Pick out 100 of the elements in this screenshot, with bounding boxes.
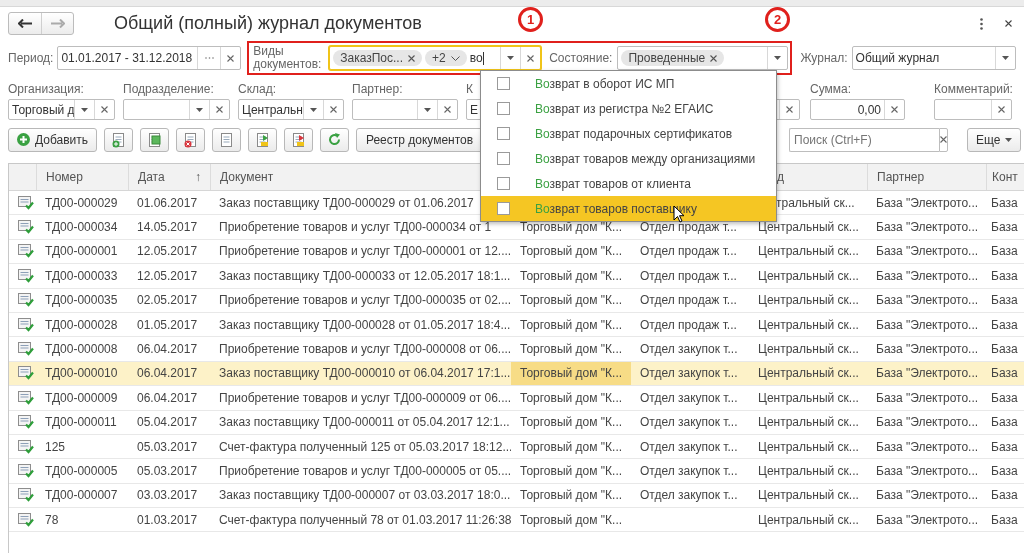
clear-icon — [998, 106, 1005, 113]
toolbar-button[interactable] — [284, 127, 314, 152]
table-cell: Центральный ск... — [758, 415, 859, 430]
document-check-icon — [18, 342, 34, 357]
document-check-icon — [18, 220, 34, 235]
table-cell: База — [991, 268, 1018, 283]
refresh-button[interactable] — [320, 127, 350, 152]
table-cell: ТД00-000009 — [45, 390, 118, 405]
table-cell: Торговый дом "К... — [520, 390, 623, 405]
number-field[interactable]: 0,00 — [810, 99, 905, 120]
dropdown-arrow-icon — [424, 107, 431, 112]
table-cell: ТД00-000033 — [45, 268, 118, 283]
combo-field[interactable] — [123, 99, 230, 120]
table-cell: Торговый дом "К... — [520, 220, 623, 235]
filter-tag[interactable]: ЗаказПос... — [333, 50, 422, 66]
table-cell: Отдел закупок т... — [640, 415, 738, 430]
table-cell: Центральный ск... — [758, 512, 859, 527]
table-cell: Центральный ск... — [758, 244, 859, 259]
column-header[interactable]: Дата — [138, 170, 165, 184]
clear-icon — [330, 106, 337, 113]
more-button[interactable]: Еще — [967, 127, 1022, 152]
field-label: Состояние: — [549, 51, 613, 65]
filter-tag[interactable]: Проведенные — [621, 50, 725, 66]
table-cell: Торговый дом "К... — [520, 268, 623, 283]
dropdown-item[interactable]: Возврат в оборот ИС МП — [481, 71, 776, 96]
caret-icon — [1005, 137, 1013, 142]
table-cell: 01.05.2017 — [137, 317, 198, 332]
table-cell: Счет-фактура полученный 125 от 05.03.2017 18:12... — [219, 439, 511, 454]
checkbox[interactable] — [497, 127, 510, 140]
clear-icon — [101, 106, 108, 113]
table-cell: База "Электрото... — [876, 195, 979, 210]
table-cell: Заказ поставщику ТД00-000028 от 01.05.2017 18:4... — [219, 317, 511, 332]
table-cell: Торговый дом "К... — [520, 244, 623, 259]
table-cell: 01.03.2017 — [137, 512, 198, 527]
table-cell: База "Электрото... — [876, 244, 979, 259]
more-tags-chip[interactable]: +2 — [425, 50, 467, 66]
journal-field[interactable]: Общий журнал — [851, 46, 1016, 70]
field-label: Комментарий: — [934, 82, 1013, 96]
clear-search-button[interactable] — [939, 127, 949, 152]
dropdown-item[interactable]: Возврат товаров от клиента — [481, 171, 776, 196]
column-header[interactable]: Номер — [46, 170, 83, 184]
column-header[interactable]: Документ — [220, 170, 274, 184]
sort-arrow[interactable]: ↑ — [195, 170, 201, 184]
table-cell: ТД00-000010 — [45, 366, 118, 381]
document-check-icon — [18, 268, 34, 283]
table-cell: База — [991, 317, 1018, 332]
checkbox[interactable] — [497, 102, 510, 115]
combo-field[interactable]: Торговый д — [8, 99, 115, 120]
tag-field[interactable]: ЗаказПос... +2 во — [329, 46, 542, 70]
checkbox[interactable] — [497, 177, 510, 190]
document-check-icon — [18, 488, 34, 503]
field-label: Период: — [8, 51, 54, 65]
table-cell: База "Электрото... — [876, 366, 979, 381]
table-cell: База "Электрото... — [876, 512, 979, 527]
combo-field[interactable]: Центральн — [238, 99, 344, 120]
table-cell: Торговый дом "К... — [520, 439, 623, 454]
table-cell: ТД00-000007 — [45, 488, 118, 503]
toolbar-button[interactable] — [248, 127, 278, 152]
checkbox[interactable] — [497, 202, 510, 215]
table-cell: Отдел закупок т... — [640, 390, 738, 405]
period-field[interactable]: 01.01.2017 - 31.12.2018 — [57, 46, 242, 70]
column-header[interactable]: Партнер — [877, 170, 925, 184]
table-cell: База "Электрото... — [876, 317, 979, 332]
toolbar-button[interactable] — [212, 127, 242, 152]
clear-icon — [891, 106, 898, 113]
table-cell: Торговый дом "К... — [520, 488, 623, 503]
tag-field[interactable]: Проведенные — [617, 46, 789, 70]
table-cell: Центральный ск... — [758, 268, 859, 283]
checkbox[interactable] — [497, 77, 510, 90]
search-field[interactable]: Поиск (Ctrl+F) — [789, 127, 940, 152]
forward-arrow-icon — [50, 19, 65, 28]
table-cell: База "Электрото... — [876, 415, 979, 430]
dropdown-arrow-icon — [196, 107, 203, 112]
plus-circle-icon — [17, 133, 30, 146]
toolbar-button[interactable] — [140, 127, 170, 152]
table-cell: База — [991, 293, 1018, 308]
toolbar-button[interactable] — [176, 127, 206, 152]
clear-icon — [444, 106, 451, 113]
dropdown-item[interactable]: Возврат товаров между организациями — [481, 146, 776, 171]
checkbox[interactable] — [497, 152, 510, 165]
clear-icon — [940, 136, 948, 143]
remove-icon — [408, 54, 415, 62]
column-header[interactable]: д — [777, 170, 784, 184]
add-button[interactable]: Добавить — [8, 127, 98, 152]
toolbar-button[interactable] — [104, 127, 134, 152]
remove-icon — [710, 54, 718, 62]
document-check-icon — [18, 317, 34, 332]
annotation-marker: 2 — [765, 7, 790, 32]
combo-field[interactable] — [352, 99, 458, 120]
table-cell: База — [991, 366, 1018, 381]
column-header[interactable]: Конт — [992, 170, 1018, 184]
table-cell: Счет-фактура полученный 78 от 01.03.2017 11:26:38 — [219, 512, 511, 527]
more-icon[interactable] — [980, 17, 983, 30]
dropdown-item[interactable]: Возврат подарочных сертификатов — [481, 121, 776, 146]
table-cell: Центральный ск... — [758, 390, 859, 405]
table-cell: тральный ск... — [776, 195, 855, 210]
annotation-marker: 1 — [518, 7, 543, 32]
text-field[interactable] — [934, 99, 1012, 120]
window-title: Общий (полный) журнал документов — [114, 13, 422, 34]
dropdown-item[interactable]: Возврат из регистра №2 ЕГАИС — [481, 96, 776, 121]
